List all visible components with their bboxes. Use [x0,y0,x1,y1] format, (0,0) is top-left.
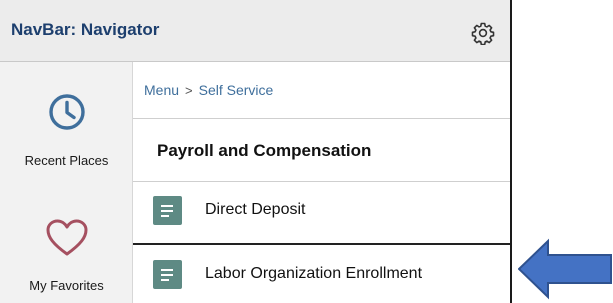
breadcrumb: Menu > Self Service [144,82,273,98]
navbar-header: NavBar: Navigator [0,0,510,62]
breadcrumb-item-self-service[interactable]: Self Service [199,82,274,98]
sidebar-item-recent-places[interactable]: Recent Places [0,62,133,182]
section-title: Payroll and Compensation [157,141,372,160]
document-icon [153,196,182,225]
breadcrumb-separator: > [185,83,193,98]
menu-item-direct-deposit[interactable]: Direct Deposit [133,182,510,240]
gear-icon[interactable] [471,21,495,45]
sidebar-item-label: Recent Places [24,153,109,168]
navbar-title: NavBar: Navigator [11,20,160,39]
divider [133,118,510,119]
menu-item-label: Direct Deposit [205,201,306,218]
document-icon [153,260,182,289]
sidebar-item-my-favorites[interactable]: My Favorites [0,198,133,303]
breadcrumb-item-menu[interactable]: Menu [144,82,179,98]
screenshot: NavBar: Navigator Recent Places My Favor… [0,0,613,303]
menu-item-label: Labor Organization Enrollment [205,265,423,282]
heart-icon [46,219,87,256]
clock-icon [48,94,85,130]
left-arrow-icon [518,238,612,300]
divider [133,243,510,245]
sidebar: Recent Places My Favorites [0,62,133,303]
sidebar-item-label: My Favorites [29,278,104,293]
content-pane: Menu > Self Service Payroll and Compensati… [133,62,510,303]
menu-item-labor-organization-enrollment[interactable]: Labor Organization Enrollment [133,246,510,303]
navbar-panel: NavBar: Navigator Recent Places My Favor… [0,0,512,303]
